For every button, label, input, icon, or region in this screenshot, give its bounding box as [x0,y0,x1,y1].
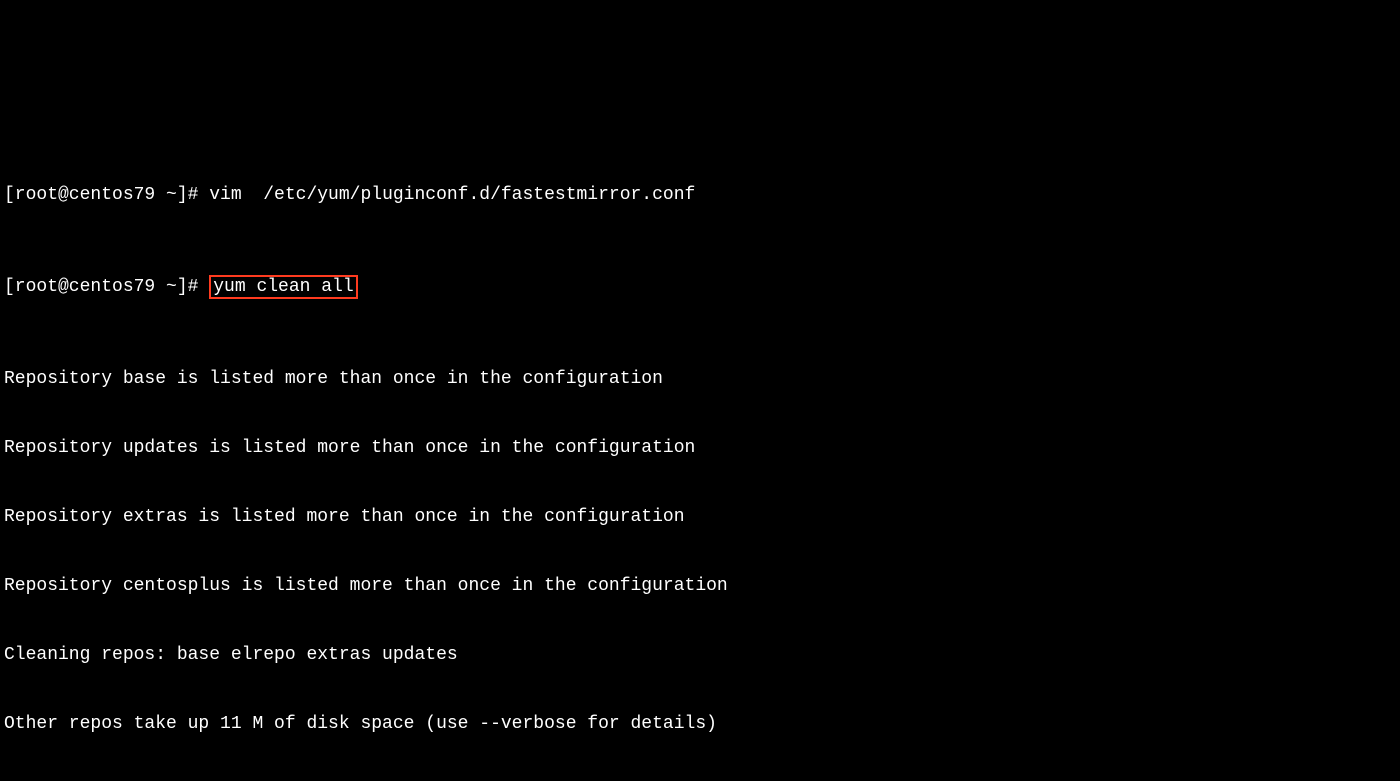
output-line: Repository base is listed more than once… [4,368,1396,391]
prompt: [root@centos79 ~]# [4,185,209,205]
output-line: Repository updates is listed more than o… [4,437,1396,460]
cmd-clean: yum clean all [213,277,353,297]
output-line: Repository extras is listed more than on… [4,506,1396,529]
terminal[interactable]: [root@centos79 ~]# vim /etc/yum/pluginco… [0,115,1400,781]
cmd-line-vim: [root@centos79 ~]# vim /etc/yum/pluginco… [4,184,1396,207]
output-line: Repository centosplus is listed more tha… [4,575,1396,598]
prompt: [root@centos79 ~]# [4,277,209,297]
cmd-line-clean: [root@centos79 ~]# yum clean all [4,276,1396,299]
highlight-clean: yum clean all [209,275,357,299]
output-line: Cleaning repos: base elrepo extras updat… [4,644,1396,667]
cmd-vim: vim /etc/yum/pluginconf.d/fastestmirror.… [209,185,695,205]
output-line: Other repos take up 11 M of disk space (… [4,713,1396,736]
